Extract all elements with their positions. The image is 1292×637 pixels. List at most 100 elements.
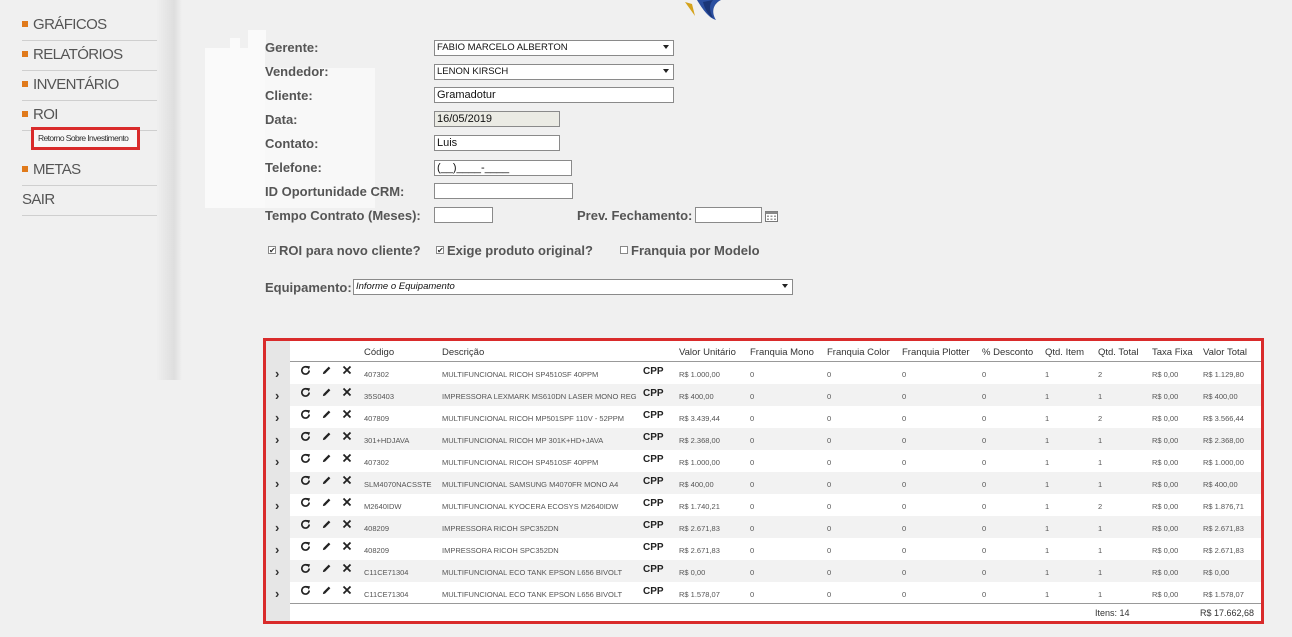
column-header[interactable]: % Desconto	[982, 347, 1033, 358]
column-header[interactable]: Descrição	[442, 347, 484, 358]
table-row[interactable]: SLM4070NACSSTE MULTIFUNCIONAL SAMSUNG M40…	[290, 472, 1261, 494]
edit-icon[interactable]	[321, 585, 332, 599]
table-row[interactable]: 407809 MULTIFUNCIONAL RICOH MP501SPF 110V…	[290, 406, 1261, 428]
expand-icon[interactable]: ›	[275, 564, 279, 579]
tempo-contrato-input[interactable]	[434, 207, 493, 223]
refresh-icon[interactable]	[300, 409, 311, 423]
delete-icon[interactable]	[342, 585, 352, 598]
refresh-icon[interactable]	[300, 365, 311, 379]
vendedor-select[interactable]: LENON KIRSCH	[434, 64, 674, 80]
vendedor-value: LENON KIRSCH	[437, 66, 509, 77]
table-row[interactable]: 301+HDJAVA MULTIFUNCIONAL RICOH MP 301K+H…	[290, 428, 1261, 450]
expand-icon[interactable]: ›	[275, 432, 279, 447]
refresh-icon[interactable]	[300, 453, 311, 467]
delete-icon[interactable]	[342, 497, 352, 510]
expand-icon[interactable]: ›	[275, 476, 279, 491]
prev-fechamento-input[interactable]	[695, 207, 762, 223]
edit-icon[interactable]	[321, 409, 332, 423]
expand-icon[interactable]: ›	[275, 454, 279, 469]
refresh-icon[interactable]	[300, 541, 311, 555]
submenu-item-retorno-sobre-investimento[interactable]: Retorno Sobre Investimento	[31, 127, 140, 150]
table-row[interactable]: 407302 MULTIFUNCIONAL RICOH SP4510SF 40PP…	[290, 362, 1261, 384]
gerente-select[interactable]: FABIO MARCELO ALBERTON	[434, 40, 674, 56]
delete-icon[interactable]	[342, 387, 352, 400]
crm-input[interactable]	[434, 183, 573, 199]
delete-icon[interactable]	[342, 563, 352, 576]
exige-produto-original-checkbox[interactable]: ✔ Exige produto original?	[436, 243, 593, 258]
cell-codigo: 301+HDJAVA	[364, 436, 410, 445]
cell-f_plotter: 0	[902, 414, 907, 423]
refresh-icon[interactable]	[300, 475, 311, 489]
calendar-icon[interactable]	[765, 210, 778, 222]
column-header[interactable]: Qtd. Item	[1045, 347, 1084, 358]
expand-icon[interactable]: ›	[275, 520, 279, 535]
column-header[interactable]: Qtd. Total	[1098, 347, 1139, 358]
refresh-icon[interactable]	[300, 519, 311, 533]
expand-icon[interactable]: ›	[275, 542, 279, 557]
column-header[interactable]: Franquia Plotter	[902, 347, 970, 358]
delete-icon[interactable]	[342, 541, 352, 554]
table-row[interactable]: 408209 IMPRESSORA RICOH SPC352DN R$ 2.671,…	[290, 516, 1261, 538]
delete-icon[interactable]	[342, 453, 352, 466]
table-row[interactable]: M2640IDW MULTIFUNCIONAL KYOCERA ECOSYS M2…	[290, 494, 1261, 516]
delete-icon[interactable]	[342, 519, 352, 532]
sidebar-item-4[interactable]: METAS	[22, 156, 157, 186]
cell-desconto: 0	[982, 480, 987, 489]
sidebar-item-0[interactable]: GRÁFICOS	[22, 11, 157, 41]
delete-icon[interactable]	[342, 409, 352, 422]
table-row[interactable]: 35S0403 IMPRESSORA LEXMARK MS610DN LASER …	[290, 384, 1261, 406]
edit-icon[interactable]	[321, 475, 332, 489]
edit-icon[interactable]	[321, 563, 332, 577]
data-input: 16/05/2019	[434, 111, 560, 127]
expand-icon[interactable]: ›	[275, 586, 279, 601]
roi-novo-cliente-checkbox[interactable]: ✔ ROI para novo cliente?	[268, 243, 421, 258]
cell-tipo-cpp: CPP	[643, 388, 664, 399]
delete-icon[interactable]	[342, 475, 352, 488]
column-header[interactable]: Franquia Color	[827, 347, 890, 358]
sidebar-item-5[interactable]: SAIR	[22, 186, 157, 216]
table-row[interactable]: C11CE71304 MULTIFUNCIONAL ECO TANK EPSON …	[290, 582, 1261, 604]
refresh-icon[interactable]	[300, 387, 311, 401]
cliente-input[interactable]: Gramadotur	[434, 87, 674, 103]
sidebar-item-1[interactable]: RELATÓRIOS	[22, 41, 157, 71]
telefone-input[interactable]: (__)____-____	[434, 160, 572, 176]
edit-icon[interactable]	[321, 497, 332, 511]
edit-icon[interactable]	[321, 519, 332, 533]
cell-codigo: 408209	[364, 546, 390, 555]
edit-icon[interactable]	[321, 453, 332, 467]
refresh-icon[interactable]	[300, 431, 311, 445]
expand-icon[interactable]: ›	[275, 388, 279, 403]
edit-icon[interactable]	[321, 365, 332, 379]
franquia-por-modelo-checkbox[interactable]: Franquia por Modelo	[620, 243, 760, 258]
cell-tipo-cpp: CPP	[643, 564, 664, 575]
expand-icon[interactable]: ›	[275, 410, 279, 425]
column-header[interactable]: Código	[364, 347, 394, 358]
cell-qtd_item: 1	[1045, 568, 1050, 577]
column-header[interactable]: Taxa Fixa	[1152, 347, 1193, 358]
edit-icon[interactable]	[321, 387, 332, 401]
refresh-icon[interactable]	[300, 585, 311, 599]
sidebar-item-2[interactable]: INVENTÁRIO	[22, 71, 157, 101]
column-header[interactable]: Valor Total	[1203, 347, 1247, 358]
refresh-icon[interactable]	[300, 497, 311, 511]
column-header[interactable]: Franquia Mono	[750, 347, 814, 358]
gerente-label: Gerente:	[265, 40, 319, 55]
cell-total: R$ 2.368,00	[1203, 436, 1244, 445]
delete-icon[interactable]	[342, 365, 352, 378]
table-row[interactable]: C11CE71304 MULTIFUNCIONAL ECO TANK EPSON …	[290, 560, 1261, 582]
cell-desconto: 0	[982, 568, 987, 577]
decorative-shape	[248, 30, 266, 48]
cell-codigo: C11CE71304	[364, 590, 409, 599]
contato-input[interactable]: Luis	[434, 135, 560, 151]
column-header[interactable]: Valor Unitário	[679, 347, 736, 358]
table-row[interactable]: 408209 IMPRESSORA RICOH SPC352DN R$ 2.671,…	[290, 538, 1261, 560]
edit-icon[interactable]	[321, 541, 332, 555]
table-row[interactable]: 407302 MULTIFUNCIONAL RICOH SP4510SF 40PP…	[290, 450, 1261, 472]
edit-icon[interactable]	[321, 431, 332, 445]
expand-icon[interactable]: ›	[275, 366, 279, 381]
equipment-table: Código Descrição Valor Unitário Franquia Mo…	[263, 338, 1264, 624]
expand-icon[interactable]: ›	[275, 498, 279, 513]
refresh-icon[interactable]	[300, 563, 311, 577]
delete-icon[interactable]	[342, 431, 352, 444]
equipamento-select[interactable]: Informe o Equipamento	[353, 279, 793, 295]
